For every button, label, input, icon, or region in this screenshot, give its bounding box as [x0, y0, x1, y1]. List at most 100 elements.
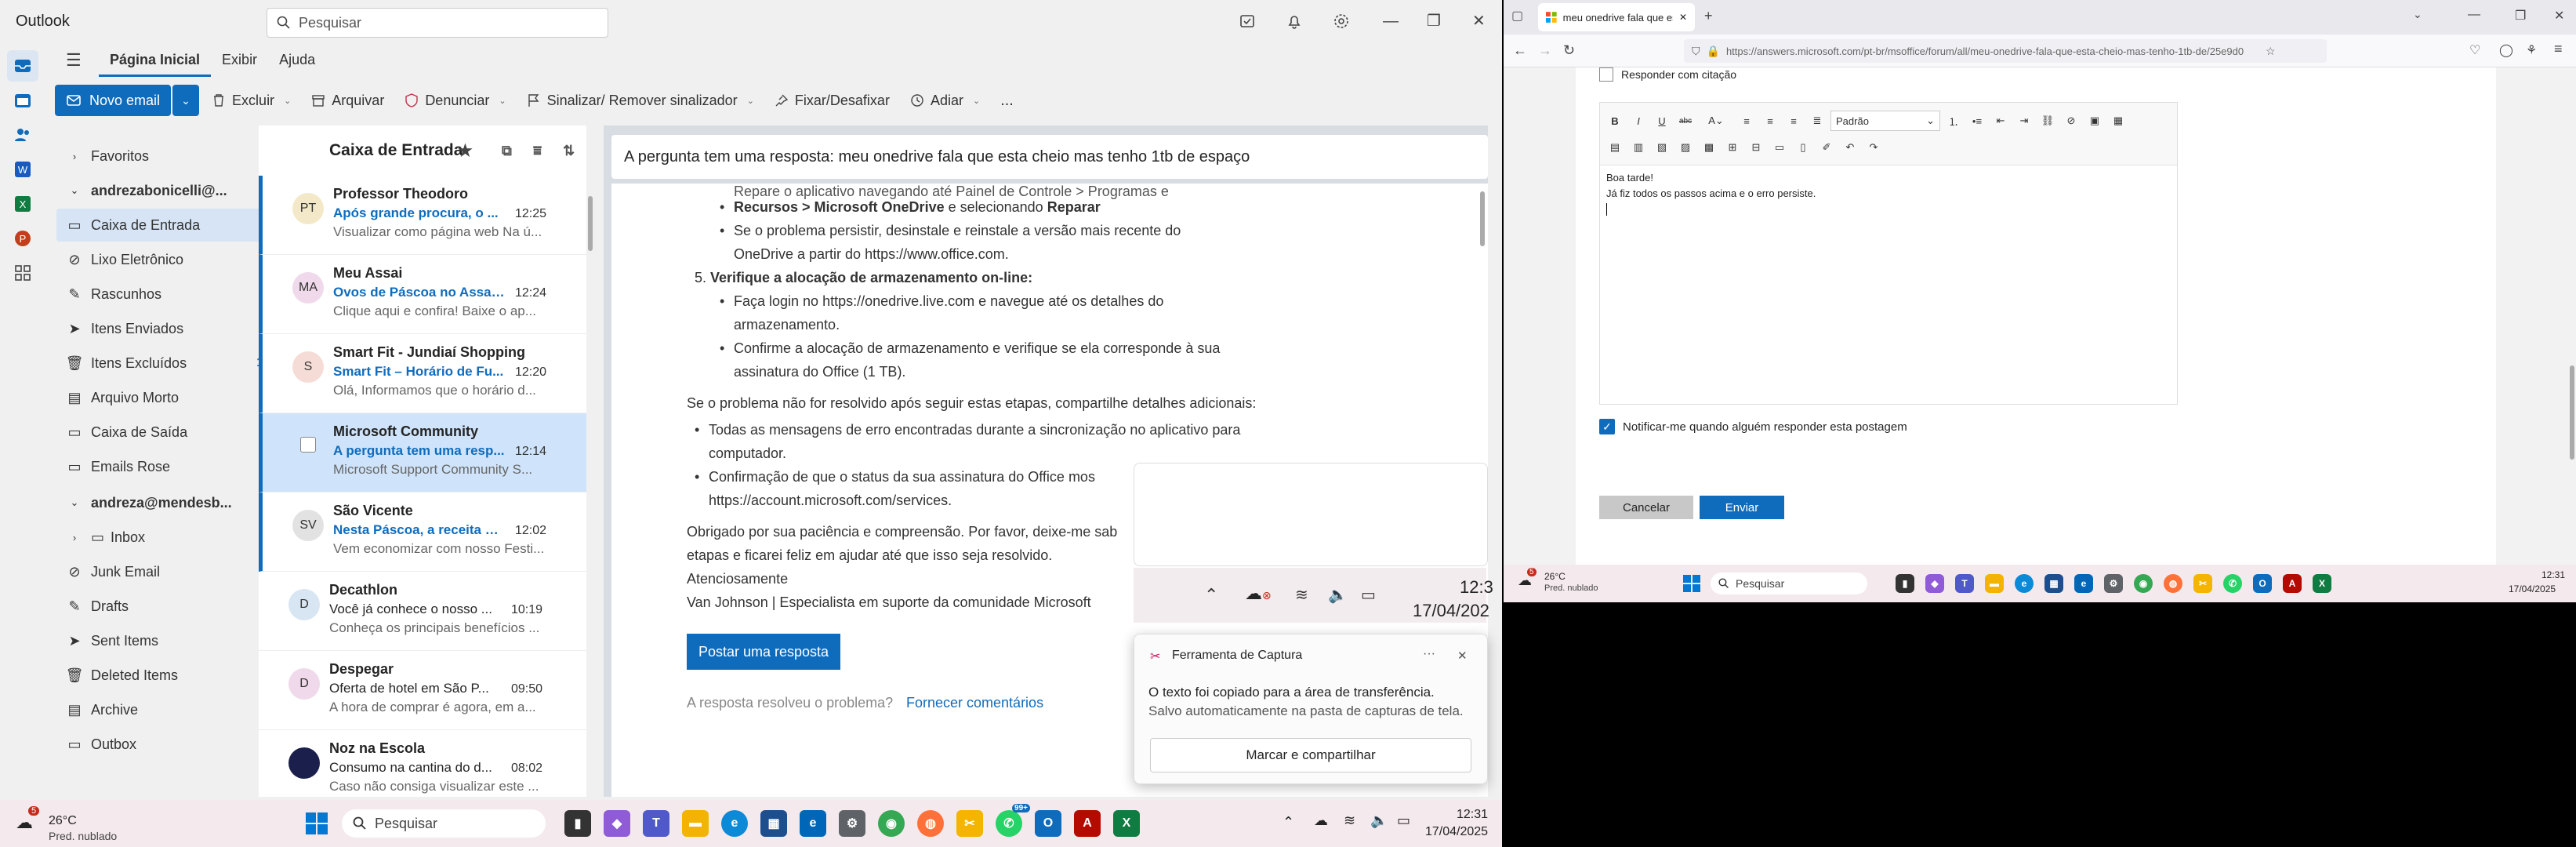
windows-start-icon[interactable] [304, 811, 329, 836]
whatsapp-icon[interactable]: ✆ 99+ [996, 804, 1030, 837]
cloud-icon[interactable]: ☁ [1314, 812, 1328, 829]
minimize-icon[interactable]: — [1383, 13, 1399, 31]
archive-button[interactable]: Arquivar [303, 88, 392, 114]
taskbar-search[interactable]: Pesquisar [1711, 573, 1867, 594]
folder-inbox2[interactable]: › ▭ Inbox [56, 521, 285, 554]
table-row-icon[interactable]: ▤ [1605, 137, 1625, 158]
unlink-icon[interactable]: ⊘ [2061, 111, 2081, 131]
tab-home[interactable]: Página Inicial [99, 47, 212, 77]
close-icon[interactable]: ✕ [1457, 649, 1468, 663]
font-color-icon[interactable]: A⌄ [1699, 111, 1733, 131]
list-item[interactable]: S Smart Fit - Jundiaí Shopping Smart Fit… [259, 334, 586, 413]
cell-props-icon[interactable]: ⊟ [1746, 137, 1766, 158]
folder-outbox2[interactable]: ▭ Outbox [56, 728, 285, 761]
settings-icon[interactable]: ⚙ [2104, 574, 2123, 593]
firefox-icon[interactable]: ◍ [2164, 574, 2182, 593]
folder-archive[interactable]: ▤ Arquivo Morto [56, 381, 285, 414]
favorites-header[interactable]: › Favoritos [56, 140, 285, 173]
image-icon[interactable]: ▣ [2084, 111, 2105, 131]
folder-inbox[interactable]: ▭Caixa de Entrada11 [56, 209, 285, 242]
excel-taskbar-icon[interactable]: X [1113, 810, 1140, 837]
star-icon[interactable]: ★ [458, 141, 473, 161]
send-button[interactable]: Enviar [1700, 496, 1784, 519]
delete-button[interactable]: Excluir ⌄ [204, 88, 299, 114]
apps-icon[interactable] [7, 257, 38, 289]
close-icon[interactable]: ✕ [2554, 8, 2564, 24]
quote-option[interactable]: Responder com citação [1599, 67, 1736, 82]
list-item[interactable]: MA Meu Assai Ovos de Páscoa no Assaí ...… [259, 255, 586, 334]
acrobat-icon[interactable]: A [1074, 810, 1101, 837]
post-reply-button[interactable]: Postar uma resposta [687, 634, 840, 670]
folder-sent[interactable]: ➤ Itens Enviados [56, 312, 285, 345]
outdent-icon[interactable]: ⇤ [1990, 111, 2011, 131]
file-explorer-icon[interactable]: ▬ [682, 810, 709, 837]
volume-icon[interactable]: 🔈 [1370, 812, 1388, 829]
excel-icon[interactable]: X [7, 188, 38, 220]
link-icon[interactable]: ⛓ [2037, 111, 2058, 131]
undo-icon[interactable]: ↶ [1840, 137, 1860, 158]
format-select[interactable]: Padrão ⌄ [1830, 111, 1940, 131]
edge-beta-icon[interactable]: e [2074, 574, 2093, 593]
snipping-taskbar-icon[interactable]: ✂ [956, 810, 983, 837]
numbered-list-icon[interactable]: ⒈ [1943, 111, 1964, 131]
editor-text[interactable]: Boa tarde! [1606, 172, 1653, 184]
new-email-button[interactable]: Novo email [55, 85, 172, 116]
reload-icon[interactable]: ↻ [1563, 42, 1575, 59]
copilot-icon[interactable]: ◆ [1925, 574, 1944, 593]
list-all-tabs-icon[interactable]: ⌄ [2413, 8, 2422, 21]
copilot-icon[interactable]: ◆ [604, 810, 630, 837]
align-justify-icon[interactable]: ≣ [1807, 111, 1827, 131]
editor-text[interactable]: Já fiz todos os passos acima e o erro pe… [1606, 187, 1816, 199]
search-box[interactable]: Pesquisar [267, 8, 608, 38]
url-bar[interactable]: ⛉ 🔒 https://answers.microsoft.com/pt-br/… [1684, 39, 2327, 63]
underline-icon[interactable]: U [1652, 111, 1672, 131]
feedback-link[interactable]: Fornecer comentários [906, 695, 1043, 711]
tab-help[interactable]: Ajuda [268, 47, 326, 77]
bullet-list-icon[interactable]: •≡ [1967, 111, 1987, 131]
file-explorer-icon[interactable]: ▬ [1985, 574, 2004, 593]
folder-junk2[interactable]: ⊘ Junk Email [56, 555, 285, 588]
chevron-up-icon[interactable]: ⌃ [1204, 585, 1218, 605]
edge-beta-icon[interactable]: e [800, 810, 826, 837]
strikethrough-icon[interactable]: abc [1675, 111, 1696, 131]
close-icon[interactable]: ✕ [1472, 11, 1486, 31]
store-icon[interactable]: ▦ [2044, 574, 2063, 593]
mail-icon[interactable] [7, 50, 38, 82]
folder-drafts2[interactable]: ✎Drafts28 [56, 590, 285, 623]
settings-icon[interactable]: ⚙ [839, 810, 865, 837]
notify-checkbox[interactable]: ✓ [1599, 419, 1615, 434]
chrome-icon[interactable]: ◉ [878, 810, 905, 837]
pin-button[interactable]: Fixar/Desafixar [767, 88, 898, 114]
teams-icon[interactable]: T [643, 810, 669, 837]
clear-format-icon[interactable]: ✐ [1816, 137, 1837, 158]
select-checkbox[interactable] [300, 437, 316, 453]
gear-icon[interactable] [1333, 13, 1350, 30]
list-item[interactable]: Noz na Escola Consumo na cantina do d...… [259, 730, 586, 809]
italic-icon[interactable]: I [1628, 111, 1649, 131]
task-view-icon[interactable]: ▮ [564, 810, 591, 837]
bell-icon[interactable] [1286, 13, 1303, 30]
cancel-button[interactable]: Cancelar [1599, 496, 1693, 519]
folder-outbox[interactable]: ▭ Caixa de Saída [56, 416, 285, 449]
wifi-icon[interactable]: ≋ [1344, 812, 1355, 829]
redo-icon[interactable]: ↷ [1863, 137, 1884, 158]
teams-icon[interactable]: T [1955, 574, 1974, 593]
excel-taskbar-icon[interactable]: X [2313, 574, 2331, 593]
outlook-taskbar-icon[interactable]: O [2253, 574, 2272, 593]
account1-header[interactable]: ⌄ andrezabonicelli@... [56, 174, 285, 207]
align-right-icon[interactable]: ≡ [1783, 111, 1804, 131]
snooze-button[interactable]: Adiar ⌄ [902, 88, 988, 114]
cloud-error-icon[interactable]: ☁⊗ [1245, 583, 1272, 604]
restore-icon[interactable]: ❐ [2515, 8, 2526, 24]
table-col-icon[interactable]: ▥ [1628, 137, 1649, 158]
reading-scrollbar[interactable] [1480, 191, 1485, 246]
edge-icon[interactable]: e [2015, 574, 2034, 593]
sort-icon[interactable]: ⇅ [563, 143, 575, 159]
table-props-icon[interactable]: ⊞ [1722, 137, 1743, 158]
extensions-icon[interactable]: ⚘ [2526, 42, 2537, 58]
minimize-icon[interactable]: — [2468, 8, 2480, 22]
align-left-icon[interactable]: ≡ [1736, 111, 1757, 131]
more-icon[interactable]: ··· [1423, 647, 1435, 661]
people-icon[interactable] [7, 119, 38, 151]
chrome-icon[interactable]: ◉ [2134, 574, 2153, 593]
